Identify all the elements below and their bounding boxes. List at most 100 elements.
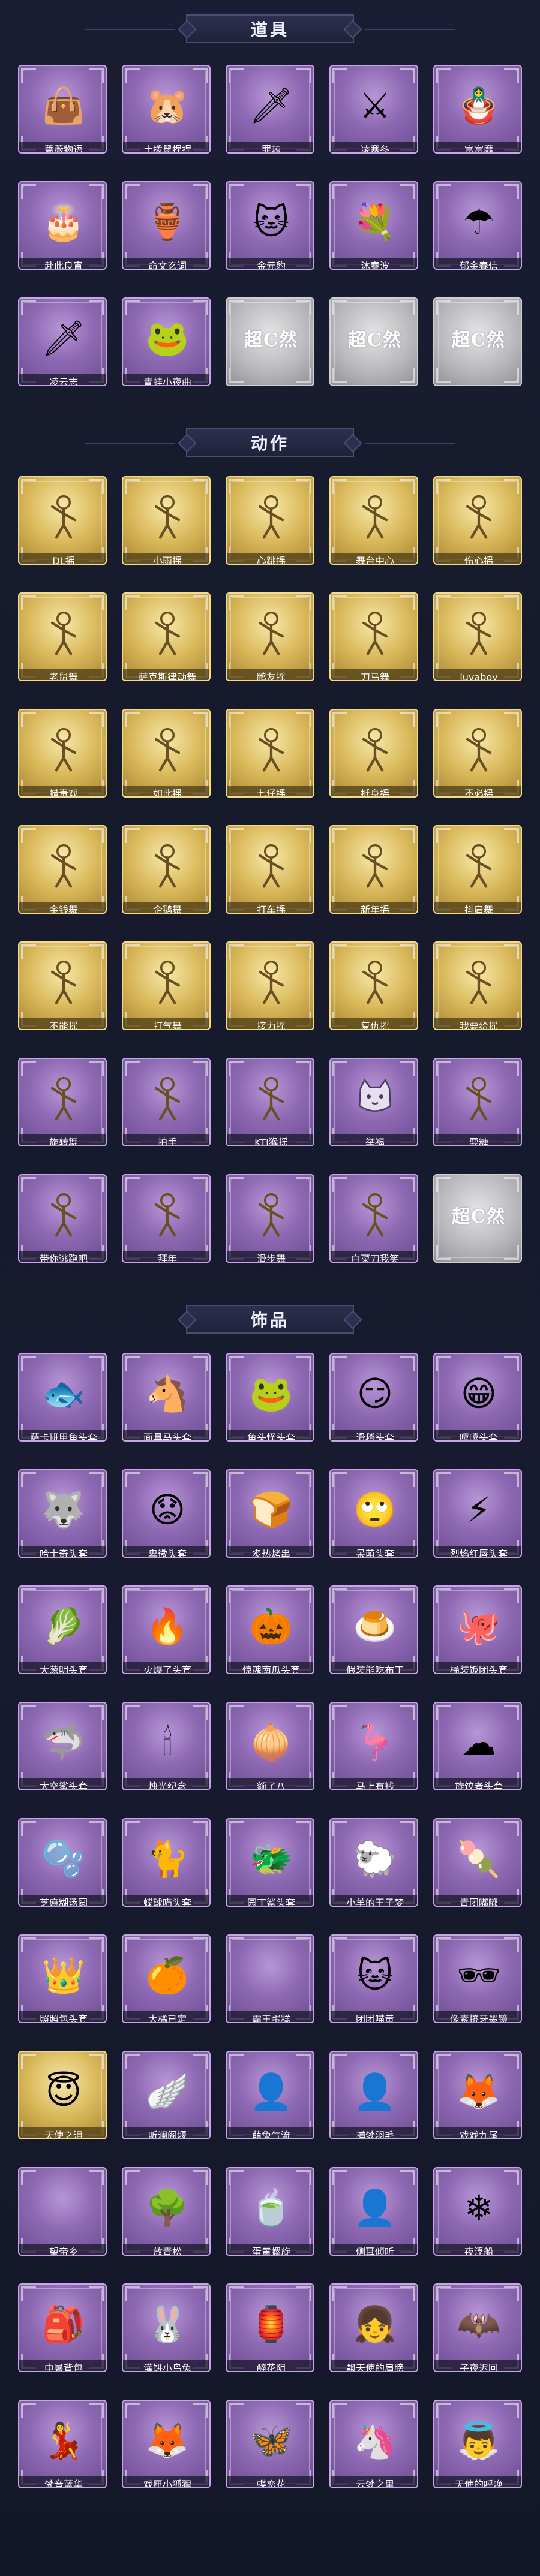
item-tile[interactable]: 望帝乡 (18, 2167, 107, 2256)
item-tile[interactable]: 🐴 面具马头套 (122, 1353, 211, 1442)
item-tile[interactable]: 👜 蔷薇物语 (18, 65, 107, 154)
item-card[interactable]: 🪆 富富靡 (433, 65, 522, 168)
item-card[interactable]: 金钱舞 (18, 825, 107, 928)
item-card[interactable]: 🏮 醉花阴 (226, 2283, 314, 2387)
item-card[interactable]: ⚡ 烈焰红唇头套 (433, 1469, 522, 1572)
item-tile[interactable]: 🦈 太空鲨头套 (18, 1702, 107, 1790)
item-tile[interactable]: 👤 侧耳倾听 (329, 2167, 418, 2256)
item-card[interactable]: 我要给摇 (433, 941, 522, 1045)
item-card[interactable]: 老鼠舞 (18, 592, 107, 696)
item-tile[interactable]: 🦋 蝶恋花 (226, 2400, 314, 2488)
item-card[interactable]: 带你逃跑吧 (18, 1174, 107, 1277)
item-tile[interactable]: 白菜刀我笑 (329, 1174, 418, 1263)
item-tile[interactable]: 👼 天使的呼唤 (433, 2400, 522, 2488)
item-tile[interactable]: 🐺 哈士奇头套 (18, 1469, 107, 1558)
item-card[interactable]: 🐙 桶装饭团头套 (433, 1585, 522, 1689)
item-card[interactable]: 超C然 (226, 297, 314, 401)
item-tile[interactable]: 💐 沐春波 (329, 181, 418, 270)
item-tile[interactable]: 👤 捕梦羽毛 (329, 2051, 418, 2139)
item-tile[interactable]: 🗡 罪棘 (226, 65, 314, 154)
item-tile[interactable]: 🐙 桶装饭团头套 (433, 1585, 522, 1674)
item-card[interactable]: 🦄 云梦之里 (329, 2400, 418, 2503)
item-card[interactable]: 接力摇 (226, 941, 314, 1045)
item-tile[interactable]: 🐲 园丁鲨头套 (226, 1818, 314, 1907)
item-card[interactable]: 😏 滑稽头套 (329, 1353, 418, 1456)
item-card[interactable]: 🥬 大葱明头套 (18, 1585, 107, 1689)
item-tile[interactable]: luvaboy (433, 592, 522, 681)
item-tile[interactable]: 🐰 灌饼小鸟兔 (122, 2283, 211, 2372)
item-card[interactable]: 如此摇 (122, 709, 211, 812)
item-tile[interactable]: 🐸 鱼头怪头套 (226, 1353, 314, 1442)
item-tile[interactable]: 🕯 烛光纪念 (122, 1702, 211, 1790)
item-tile[interactable]: 滑步舞 (226, 1174, 314, 1263)
item-card[interactable]: 👑 照照包头套 (18, 1934, 107, 2038)
item-card[interactable]: 企鹅舞 (122, 825, 211, 928)
item-card[interactable]: 🦩 马上有钱 (329, 1702, 418, 1805)
item-tile[interactable]: 🫧 芝麻糊汤圆 (18, 1818, 107, 1907)
item-tile[interactable]: KTI猴摇 (226, 1058, 314, 1146)
item-card[interactable]: 小雨摇 (122, 476, 211, 579)
item-tile[interactable]: 抖肩舞 (433, 825, 522, 914)
item-tile[interactable]: 要糖 (433, 1058, 522, 1146)
item-card[interactable]: 🎃 惊魂南瓜头套 (226, 1585, 314, 1689)
item-card[interactable]: 🌳 放青松 (122, 2167, 211, 2270)
item-tile[interactable]: 超C然 (329, 297, 418, 386)
item-card[interactable]: 🐱 金元豹 (226, 181, 314, 284)
item-card[interactable]: 萨克斯律动舞 (122, 592, 211, 696)
item-tile[interactable]: ⚡ 烈焰红唇头套 (433, 1469, 522, 1558)
item-tile[interactable]: 拍手 (122, 1058, 211, 1146)
item-card[interactable]: 🐸 鱼头怪头套 (226, 1353, 314, 1456)
item-card[interactable]: DL摇 (18, 476, 107, 579)
item-tile[interactable]: 蜡毒戏 (18, 709, 107, 798)
item-tile[interactable]: 🗡 凌云志 (18, 297, 107, 386)
item-card[interactable]: 🐟 萨卡班甲鱼头套 (18, 1353, 107, 1456)
item-tile[interactable]: 🏺 命文玄词 (122, 181, 211, 270)
item-tile[interactable]: 🙄 呆萌头套 (329, 1469, 418, 1558)
item-tile[interactable]: 🌳 放青松 (122, 2167, 211, 2256)
item-tile[interactable]: 💃 梵音蓝华 (18, 2400, 107, 2488)
item-tile[interactable]: 企鹅舞 (122, 825, 211, 914)
item-card[interactable]: 心跳摇 (226, 476, 314, 579)
item-card[interactable]: 抖肩舞 (433, 825, 522, 928)
item-tile[interactable]: 😇 天使之泪 (18, 2051, 107, 2139)
item-tile[interactable]: 七仔摇 (226, 709, 314, 798)
item-tile[interactable]: 👑 照照包头套 (18, 1934, 107, 2023)
item-tile[interactable]: 🎂 赴此良宵 (18, 181, 107, 270)
item-tile[interactable]: ☂ 郁金春信 (433, 181, 522, 270)
item-tile[interactable]: 😁 嘻嘻头套 (433, 1353, 522, 1442)
item-card[interactable]: 🦋 蝶恋花 (226, 2400, 314, 2503)
item-tile[interactable]: 🍊 大橘已定 (122, 1934, 211, 2023)
item-card[interactable]: 🕶 像素挤牙墨镜 (433, 1934, 522, 2038)
item-tile[interactable]: 金钱舞 (18, 825, 107, 914)
item-card[interactable]: 👜 蔷薇物语 (18, 65, 107, 168)
item-card[interactable]: 舞台中心 (329, 476, 418, 579)
item-tile[interactable]: 🐸 青蛙小夜曲 (122, 297, 211, 386)
item-card[interactable]: 霸王蛋糕 (226, 1934, 314, 2038)
item-tile[interactable]: 👤 萌兔气流 (226, 2051, 314, 2139)
item-card[interactable]: 🐈 蝶球喵头套 (122, 1818, 211, 1921)
item-card[interactable]: 👤 侧耳倾听 (329, 2167, 418, 2270)
item-card[interactable]: 🍞 炙热烤串 (226, 1469, 314, 1572)
item-card[interactable]: ☂ 郁金春信 (433, 181, 522, 284)
item-tile[interactable]: 打车摇 (226, 825, 314, 914)
item-card[interactable]: KTI猴摇 (226, 1058, 314, 1161)
item-tile[interactable]: ❄ 夜浮船 (433, 2167, 522, 2256)
item-card[interactable]: 🔥 火爆了头套 (122, 1585, 211, 1689)
item-tile[interactable]: 🐱 金元豹 (226, 181, 314, 270)
item-card[interactable]: 不必摇 (433, 709, 522, 812)
item-tile[interactable]: 🐈 蝶球喵头套 (122, 1818, 211, 1907)
item-tile[interactable]: 超C然 (433, 1174, 522, 1263)
item-card[interactable]: 🏺 命文玄词 (122, 181, 211, 284)
item-tile[interactable]: 🦊 戏戏九尾 (433, 2051, 522, 2139)
item-card[interactable]: 😟 卑微头套 (122, 1469, 211, 1572)
item-tile[interactable]: 我要给摇 (433, 941, 522, 1030)
item-tile[interactable]: 🍡 青团嘟嘟 (433, 1818, 522, 1907)
item-card[interactable]: 🍵 蛋黄螺旋 (226, 2167, 314, 2270)
item-tile[interactable]: 🪆 富富靡 (433, 65, 522, 154)
item-tile[interactable]: 🦇 子夜迟回 (433, 2283, 522, 2372)
item-card[interactable]: 超C然 (329, 297, 418, 401)
item-tile[interactable]: 🍞 炙热烤串 (226, 1469, 314, 1558)
item-card[interactable]: 伤心摇 (433, 476, 522, 579)
item-card[interactable]: 🦈 太空鲨头套 (18, 1702, 107, 1805)
item-tile[interactable]: 🍵 蛋黄螺旋 (226, 2167, 314, 2256)
